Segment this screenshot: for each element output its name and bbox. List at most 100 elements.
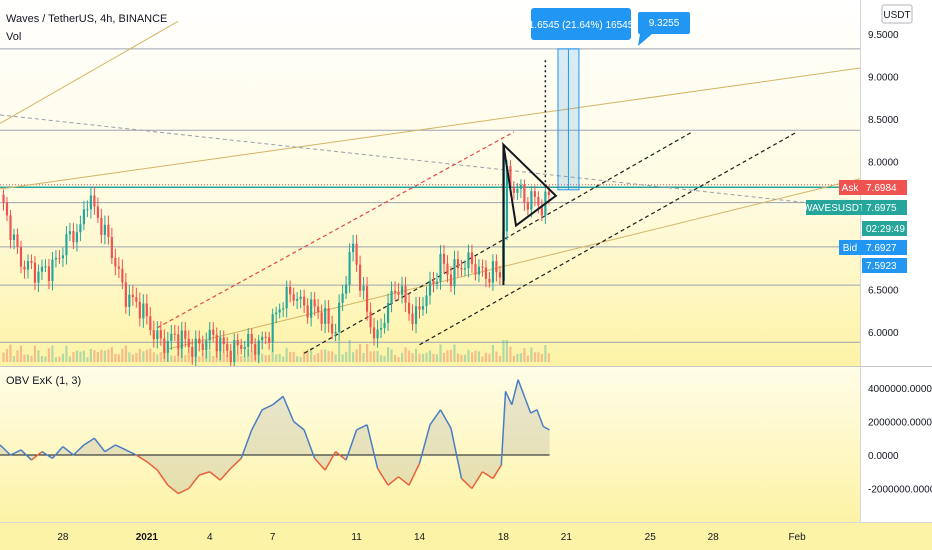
volume-bar [261,353,264,362]
candle-body [135,297,138,302]
volume-bar [327,351,330,362]
candle-body [96,206,99,218]
candle-body [33,262,37,283]
candle-body [425,295,428,307]
candle-body [222,337,225,345]
volume-bar [348,340,351,362]
obv-tick-label: 4000000.0000 [868,384,932,395]
time-tick-label: 21 [561,532,573,543]
volume-bar [512,355,515,362]
volume-bar [523,348,526,362]
volume-bar [324,349,327,362]
candle-body [124,282,127,307]
volume-bar [526,355,529,362]
candle-body [257,340,260,355]
candle-body [285,286,288,309]
candle-body [16,234,19,247]
candle-body [512,186,515,193]
candle-body [516,188,519,193]
candle-body [442,253,446,264]
candle-body [488,278,491,283]
volume-bar [145,349,148,362]
candle-body [355,243,358,265]
candle-body [138,301,141,319]
volume-bar [131,354,134,362]
candle-body [372,327,376,339]
volume-bar [474,350,477,362]
volume-bar [79,351,82,362]
candle-body [393,290,397,293]
volume-bar [407,350,411,362]
price-tick-label: 6.5000 [868,285,899,296]
candle-body [299,296,302,299]
bid-price: 7.6927 [866,243,897,254]
candle-body [58,257,61,259]
candle-body [327,308,330,324]
volume-bar [428,350,432,362]
volume-bar [540,354,543,362]
candle-body [149,316,152,331]
volume-bar [338,342,341,362]
volume-bar [170,355,173,362]
time-tick-label: Feb [788,532,806,543]
volume-bar [376,350,379,362]
candle-body [9,215,12,240]
last-price: 7.6975 [866,203,897,214]
candle-body [51,259,54,282]
volume-bar [142,351,145,362]
candle-body [79,224,82,233]
candle-body [369,311,372,328]
volume-bar [519,353,522,362]
candle-body [236,340,239,346]
candle-body [198,338,201,344]
volume-bar [432,353,435,362]
candle-body [317,306,320,313]
volume-bar [509,346,512,362]
obv-tick-label: 2000000.0000 [868,418,932,429]
volume-bar [47,348,51,362]
price-tick-label: 6.0000 [868,328,899,339]
volume-bar [460,354,463,362]
volume-bar [159,352,162,362]
candle-body [533,191,536,197]
volume-bar [93,350,96,362]
trading-chart[interactable]: 9.50009.00008.50008.00007.50007.00006.50… [0,0,932,550]
candle-body [180,330,183,349]
volume-bar [86,357,89,362]
candle-body [530,191,533,210]
candle-body [320,312,323,324]
ask-label: Ask [842,183,860,194]
candle-body [421,306,425,310]
candle-body [173,333,176,335]
candle-body [537,196,540,206]
volume-bar [89,348,92,362]
candle-body [296,298,299,301]
volume-bar [128,352,131,362]
candle-body [166,340,169,353]
countdown-timer: 02:29:49 [866,224,905,235]
candle-body [334,332,337,334]
candle-body [390,290,393,303]
candle-body [481,266,484,268]
candle-body [82,209,85,225]
time-tick-label: 14 [414,532,426,543]
obv-tick-label: -2000000.0000 [868,485,932,496]
symbol-label: WAVESUSDT [803,203,865,214]
measure-label: 1.6545 (21.64%) 16545 [529,20,634,31]
candle-body [212,329,215,335]
currency-button[interactable]: USDT [883,10,910,21]
candle-body [547,191,550,196]
volume-bar [184,355,187,362]
candle-body [194,338,197,357]
candle-body [474,264,477,275]
volume-bar [516,354,519,362]
volume-bar [124,345,127,362]
candle-body [264,336,267,338]
candle-body [324,308,327,324]
volume-bar [107,349,110,362]
volume-bar [390,349,393,362]
candle-body [331,323,334,334]
candle-body [177,334,180,349]
candle-body [418,306,421,310]
candle-body [411,313,414,325]
